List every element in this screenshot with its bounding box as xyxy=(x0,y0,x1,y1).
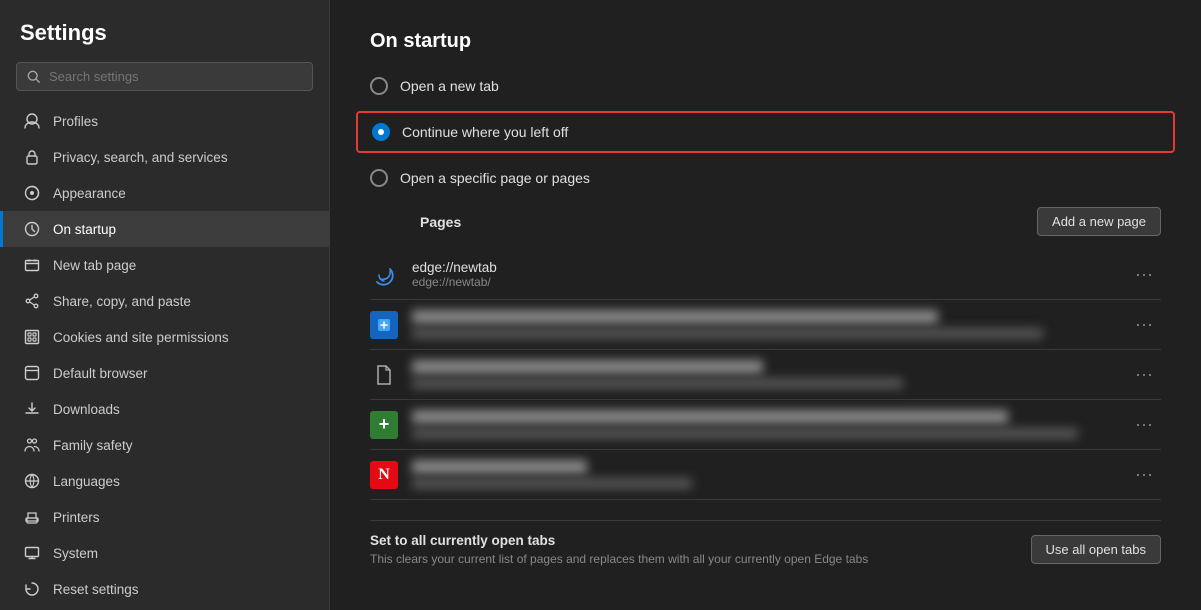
sidebar-item-label: New tab page xyxy=(53,258,136,273)
page-item-newtab: edge://newtab edge://newtab/ ··· xyxy=(370,250,1161,300)
sidebar-item-share[interactable]: Share, copy, and paste xyxy=(0,283,329,319)
bottom-desc: This clears your current list of pages a… xyxy=(370,552,1011,566)
radio-label-new-tab: Open a new tab xyxy=(400,78,499,94)
sidebar-item-default-browser[interactable]: Default browser xyxy=(0,355,329,391)
sidebar-item-on-startup[interactable]: On startup xyxy=(0,211,329,247)
bottom-title: Set to all currently open tabs xyxy=(370,533,1011,548)
startup-radio-group: Open a new tab Continue where you left o… xyxy=(370,77,1161,187)
sidebar-item-downloads[interactable]: Downloads xyxy=(0,391,329,427)
bottom-bar: Set to all currently open tabs This clea… xyxy=(370,520,1161,566)
radio-circle-continue xyxy=(372,123,390,141)
clock-icon xyxy=(23,220,41,238)
sidebar-item-label: Share, copy, and paste xyxy=(53,294,191,309)
pages-section: Pages Add a new page edge://newtab edge:… xyxy=(370,207,1161,500)
page-info-4 xyxy=(412,410,1113,439)
sidebar-item-printers[interactable]: Printers xyxy=(0,499,329,535)
sidebar-item-label: Languages xyxy=(53,474,120,489)
sidebar-item-label: Downloads xyxy=(53,402,120,417)
page-name-2 xyxy=(412,310,938,324)
search-box[interactable] xyxy=(16,62,313,91)
add-page-button[interactable]: Add a new page xyxy=(1037,207,1161,236)
radio-circle-specific xyxy=(370,169,388,187)
sidebar-item-profiles[interactable]: Profiles xyxy=(0,103,329,139)
radio-open-new-tab[interactable]: Open a new tab xyxy=(370,77,1161,95)
sidebar-item-reset[interactable]: Reset settings xyxy=(0,571,329,607)
sidebar-item-label: Default browser xyxy=(53,366,148,381)
page-url-2 xyxy=(412,328,1043,339)
page-more-newtab[interactable]: ··· xyxy=(1127,262,1161,287)
family-icon xyxy=(23,436,41,454)
search-input[interactable] xyxy=(49,69,302,84)
page-info-3 xyxy=(412,360,1113,389)
language-icon xyxy=(23,472,41,490)
sidebar-item-label: Reset settings xyxy=(53,582,139,597)
green-favicon: + xyxy=(370,411,398,439)
sidebar-item-label: Appearance xyxy=(53,186,126,201)
page-item-4: + ··· xyxy=(370,400,1161,450)
system-icon xyxy=(23,544,41,562)
search-icon xyxy=(27,70,41,84)
use-all-tabs-button[interactable]: Use all open tabs xyxy=(1031,535,1161,564)
radio-open-specific[interactable]: Open a specific page or pages xyxy=(370,169,1161,187)
page-more-3[interactable]: ··· xyxy=(1127,362,1161,387)
page-name-4 xyxy=(412,410,1008,424)
sidebar-item-label: Privacy, search, and services xyxy=(53,150,228,165)
sidebar-item-cookies[interactable]: Cookies and site permissions xyxy=(0,319,329,355)
sidebar-item-new-tab[interactable]: New tab page xyxy=(0,247,329,283)
sidebar-item-label: System xyxy=(53,546,98,561)
main-content: On startup Open a new tab Continue where… xyxy=(330,0,1201,610)
sidebar-item-family[interactable]: Family safety xyxy=(0,427,329,463)
page-item-5: N ··· xyxy=(370,450,1161,500)
sidebar: Settings Profiles Privacy, search, and s… xyxy=(0,0,330,610)
browser-icon xyxy=(23,364,41,382)
sidebar-item-label: Cookies and site permissions xyxy=(53,330,229,345)
page-name-3 xyxy=(412,360,763,374)
page-item-3: ··· xyxy=(370,350,1161,400)
bottom-text: Set to all currently open tabs This clea… xyxy=(370,533,1011,566)
sidebar-title: Settings xyxy=(0,20,329,62)
nav-list: Profiles Privacy, search, and services A… xyxy=(0,103,329,610)
pages-header: Pages Add a new page xyxy=(370,207,1161,236)
share-icon xyxy=(23,292,41,310)
page-name-newtab: edge://newtab xyxy=(412,260,1113,275)
page-info-5 xyxy=(412,460,1113,489)
page-more-5[interactable]: ··· xyxy=(1127,462,1161,487)
page-name-5 xyxy=(412,460,587,474)
page-url-newtab: edge://newtab/ xyxy=(412,275,1113,289)
sidebar-item-privacy[interactable]: Privacy, search, and services xyxy=(0,139,329,175)
radio-circle-new-tab xyxy=(370,77,388,95)
page-more-4[interactable]: ··· xyxy=(1127,412,1161,437)
reset-icon xyxy=(23,580,41,598)
sidebar-item-label: On startup xyxy=(53,222,116,237)
page-more-2[interactable]: ··· xyxy=(1127,312,1161,337)
cookies-icon xyxy=(23,328,41,346)
page-url-5 xyxy=(412,478,692,489)
appearance-icon xyxy=(23,184,41,202)
sidebar-item-label: Printers xyxy=(53,510,100,525)
page-item-2: ··· xyxy=(370,300,1161,350)
sidebar-item-label: Profiles xyxy=(53,114,98,129)
radio-continue[interactable]: Continue where you left off xyxy=(356,111,1175,153)
radio-label-specific: Open a specific page or pages xyxy=(400,170,590,186)
page-title: On startup xyxy=(370,30,1161,53)
page-url-3 xyxy=(412,378,903,389)
newtab-icon xyxy=(23,256,41,274)
person-icon xyxy=(23,112,41,130)
sidebar-item-system[interactable]: System xyxy=(0,535,329,571)
sidebar-item-label: Family safety xyxy=(53,438,133,453)
download-icon xyxy=(23,400,41,418)
radio-label-continue: Continue where you left off xyxy=(402,124,568,140)
pages-label: Pages xyxy=(420,214,461,230)
page-info-newtab: edge://newtab edge://newtab/ xyxy=(412,260,1113,289)
page-url-4 xyxy=(412,428,1078,439)
blue-favicon xyxy=(370,311,398,339)
edge-favicon xyxy=(370,261,398,289)
sidebar-item-appearance[interactable]: Appearance xyxy=(0,175,329,211)
netflix-favicon: N xyxy=(370,461,398,489)
page-info-2 xyxy=(412,310,1113,339)
doc-favicon xyxy=(370,361,398,389)
lock-icon xyxy=(23,148,41,166)
sidebar-item-languages[interactable]: Languages xyxy=(0,463,329,499)
printer-icon xyxy=(23,508,41,526)
